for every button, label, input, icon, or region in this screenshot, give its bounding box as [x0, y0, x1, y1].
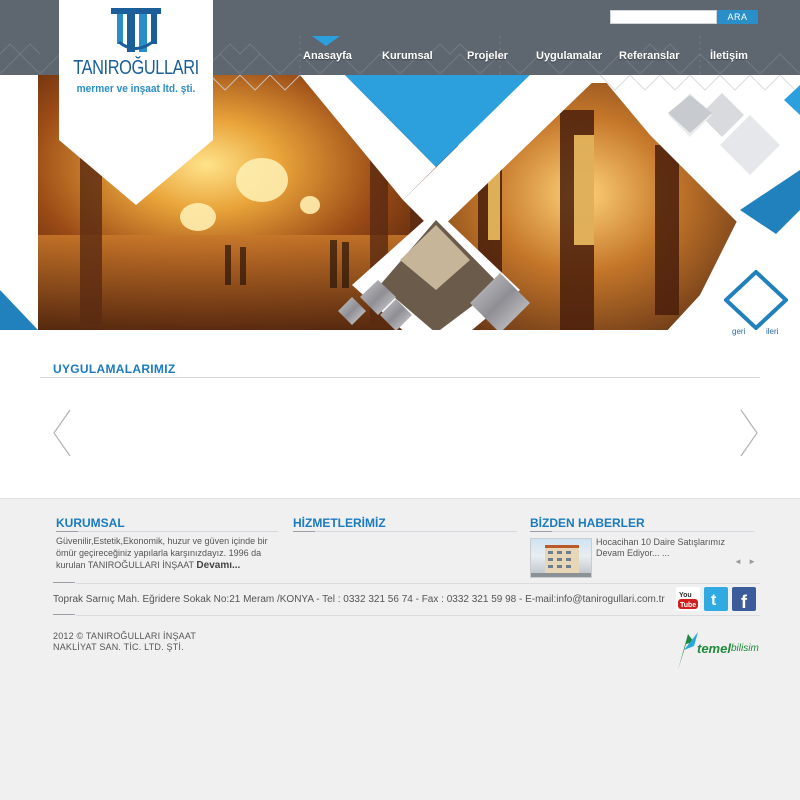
logo-brand: TANIROĞULLARI: [73, 57, 199, 79]
logo-badge: [59, 0, 213, 205]
building-image: [531, 545, 591, 577]
nav-anasayfa[interactable]: Anasayfa: [303, 50, 352, 62]
footer-copyright: 2012 © TANIROĞULLARI İNŞAAT NAKLİYAT SAN…: [53, 631, 197, 652]
footer-about-divider: [56, 531, 278, 532]
news-thumbnail[interactable]: [530, 538, 592, 578]
search-box: ARA: [610, 10, 758, 24]
site-logo[interactable]: TANIROĞULLARI mermer ve inşaat ltd. şti.: [59, 0, 213, 205]
nav-projeler[interactable]: Projeler: [467, 50, 508, 62]
facebook-logo: f: [741, 592, 748, 612]
page: ARA Anasayfa Kurumsal Projeler Uygulamal…: [0, 0, 800, 800]
footer-news-title: BİZDEN HABERLER: [530, 516, 645, 530]
footer-about-text: Güvenilir,Estetik,Ekonomik, huzur ve güv…: [56, 536, 268, 571]
footer-about-more-link[interactable]: Devamı...: [196, 560, 240, 571]
youtube-logo: You Tube: [678, 592, 698, 609]
applications-divider: [40, 377, 760, 378]
diamond-arrows-icon: [723, 269, 789, 331]
youtube-icon[interactable]: You Tube: [676, 587, 700, 611]
slider-next-button[interactable]: ileri: [766, 327, 778, 336]
carousel-prev-icon[interactable]: [52, 408, 74, 458]
nav-uygulamalar[interactable]: Uygulamalar: [536, 50, 602, 62]
temel-bilisim-logo[interactable]: temel bilisim: [672, 630, 762, 672]
footer-short-rule: [53, 582, 75, 583]
applications-title: UYGULAMALARIMIZ: [53, 362, 176, 376]
logo-tagline: mermer ve inşaat ltd. şti.: [76, 83, 196, 95]
footer-short-rule-2: [53, 614, 75, 615]
search-button[interactable]: ARA: [717, 10, 758, 24]
footer-contact: Toprak Sarnıç Mah. Eğridere Sokak No:21 …: [53, 594, 665, 605]
svg-text:t: t: [711, 592, 717, 609]
svg-text:f: f: [741, 592, 748, 611]
footer-rule-top: [76, 583, 760, 584]
carousel-next-icon[interactable]: [737, 408, 759, 458]
nav-kurumsal[interactable]: Kurumsal: [382, 50, 433, 62]
facebook-icon[interactable]: f: [732, 587, 756, 612]
twitter-icon[interactable]: t: [704, 587, 728, 611]
slider-arrows: geri ileri: [723, 269, 789, 338]
footer-rule-bottom: [76, 615, 760, 616]
search-input[interactable]: [610, 10, 717, 24]
applications-section: [0, 330, 800, 498]
news-nav-arrows[interactable]: ◄ ►: [734, 557, 758, 566]
footer-services-title: HİZMETLERİMİZ: [293, 516, 386, 530]
svg-text:You: You: [679, 592, 692, 599]
footer-news-divider: [530, 531, 754, 532]
nav-iletisim[interactable]: İletişim: [710, 50, 748, 62]
footer-services-divider: [293, 531, 517, 532]
active-nav-marker: [312, 36, 340, 46]
slider-prev-button[interactable]: geri: [732, 327, 745, 336]
main-nav: Anasayfa Kurumsal Projeler Uygulamalar R…: [290, 50, 770, 66]
footer-about-title: KURUMSAL: [56, 516, 125, 530]
news-item-text[interactable]: Hocacihan 10 Daire Satışlarımız Devam Ed…: [596, 537, 746, 559]
svg-text:Tube: Tube: [680, 602, 696, 609]
nav-referanslar[interactable]: Referanslar: [619, 50, 680, 62]
twitter-logo: t: [711, 592, 717, 609]
